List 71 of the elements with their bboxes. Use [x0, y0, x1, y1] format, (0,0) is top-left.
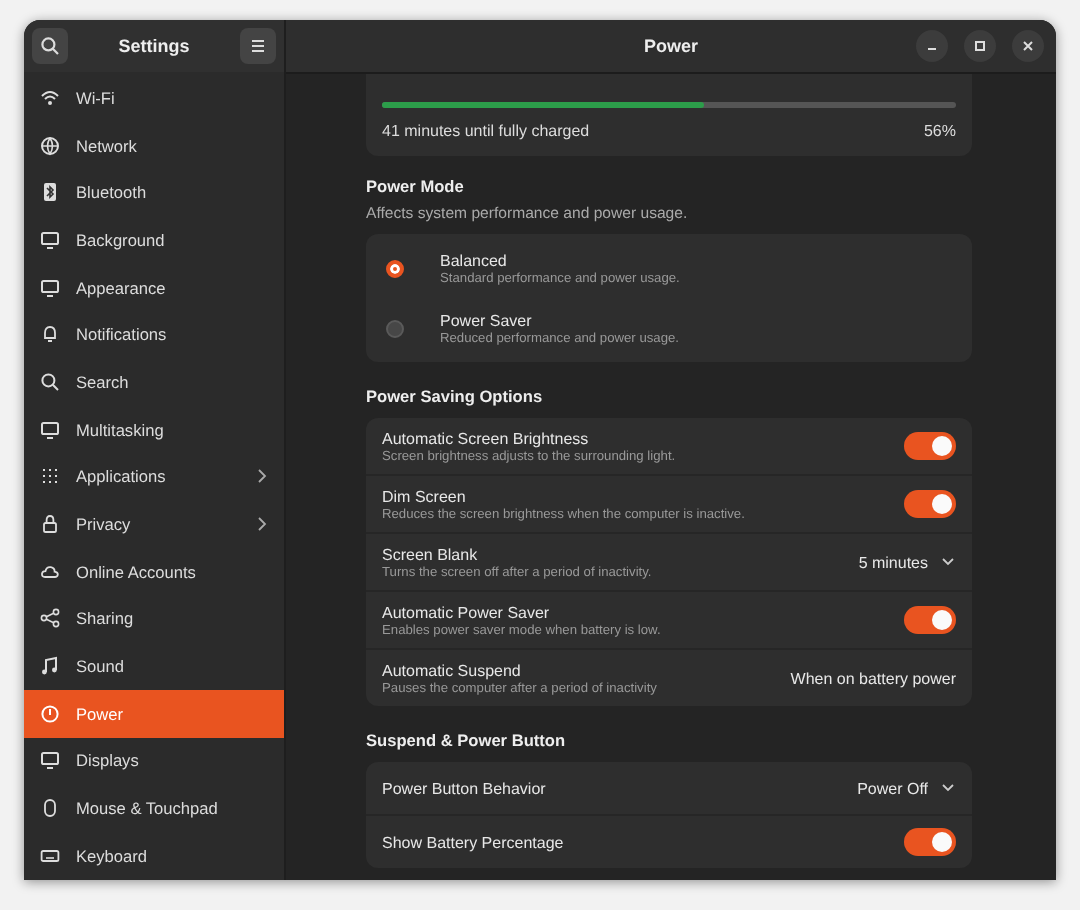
close-icon	[1020, 38, 1036, 54]
sidebar-item[interactable]: Online Accounts	[24, 547, 284, 596]
sidebar-item[interactable]: Mouse & Touchpad	[24, 784, 284, 832]
chevron-down-icon[interactable]	[940, 782, 956, 794]
sidebar-item[interactable]: Sound	[24, 642, 284, 690]
menu-icon	[249, 38, 266, 54]
sidebar-item[interactable]: Applications	[24, 453, 284, 501]
monitor-icon	[40, 419, 60, 440]
maximize-icon	[972, 38, 988, 54]
chevron-down-icon[interactable]	[940, 556, 956, 568]
charge-status: 41 minutes until fully charged	[382, 122, 590, 140]
toggle-switch[interactable]	[904, 432, 956, 460]
menu-button[interactable]	[239, 28, 276, 64]
sidebar-item[interactable]: Sharing	[24, 595, 284, 643]
radio-button[interactable]	[386, 259, 404, 277]
share-icon	[40, 608, 60, 629]
search-icon	[40, 371, 60, 392]
kbd-icon	[40, 845, 60, 866]
sidebar-title: Settings	[118, 36, 190, 56]
monitor-icon	[40, 277, 60, 298]
option-label: Balanced	[440, 251, 509, 269]
battery-percent: 56%	[923, 122, 956, 140]
sidebar-item[interactable]: Search	[24, 358, 284, 406]
sidebar-item[interactable]: Keyboard	[24, 832, 284, 880]
monitor-icon	[40, 750, 60, 771]
maximize-button[interactable]	[964, 30, 996, 62]
setting-label: Automatic Screen Brightness	[382, 429, 591, 447]
toggle-switch[interactable]	[904, 828, 956, 856]
chevron-right-icon	[256, 468, 268, 485]
setting-label: Automatic Power Saver	[382, 603, 552, 621]
wifi-icon	[40, 87, 60, 108]
section-title: Power Saving Options	[366, 386, 545, 406]
mouse-icon	[40, 798, 60, 819]
sidebar-item[interactable]: Network	[24, 121, 284, 169]
setting-label: Show Battery Percentage	[382, 833, 564, 851]
sidebar-item[interactable]: Displays	[24, 737, 284, 785]
dropdown-value[interactable]: 5 minutes	[858, 553, 928, 571]
setting-label: Automatic Suspend	[382, 661, 523, 679]
sidebar-item[interactable]: Bluetooth	[24, 168, 284, 217]
sidebar-item[interactable]: Wi-Fi	[24, 74, 284, 122]
sidebar-item[interactable]: Power	[24, 689, 284, 738]
sidebar-item[interactable]: Privacy	[24, 500, 284, 548]
sidebar-item[interactable]: Notifications	[24, 310, 284, 359]
close-button[interactable]	[1012, 30, 1044, 62]
sidebar-item[interactable]: Appearance	[24, 263, 284, 311]
chevron-right-icon	[256, 516, 268, 533]
grid-icon	[40, 466, 60, 487]
toggle-switch[interactable]	[904, 606, 956, 634]
bell-icon	[40, 324, 60, 345]
window-title: Power	[643, 36, 698, 56]
setting-label: Power Button Behavior	[382, 779, 546, 797]
radio-button[interactable]	[386, 319, 404, 337]
setting-label: Screen Blank	[382, 545, 480, 563]
setting-label: Dim Screen	[382, 487, 468, 505]
monitor-icon	[40, 229, 60, 250]
sidebar-item[interactable]: Background	[24, 216, 284, 264]
cloud-icon	[40, 561, 60, 582]
note-icon	[40, 656, 60, 677]
power-icon	[40, 703, 60, 724]
sidebar-item[interactable]: Multitasking	[24, 405, 284, 453]
setting-value[interactable]: When on battery power	[790, 669, 956, 687]
search-button[interactable]	[32, 28, 68, 64]
section-title: Power Mode	[366, 176, 466, 196]
bt-icon	[40, 182, 60, 203]
globe-icon	[40, 135, 60, 156]
search-icon	[40, 36, 60, 56]
section-title: Suspend & Power Button	[366, 730, 568, 750]
lock-icon	[40, 514, 60, 535]
dropdown-value[interactable]: Power Off	[857, 779, 928, 797]
toggle-switch[interactable]	[904, 490, 956, 518]
option-label: Power Saver	[440, 311, 534, 329]
